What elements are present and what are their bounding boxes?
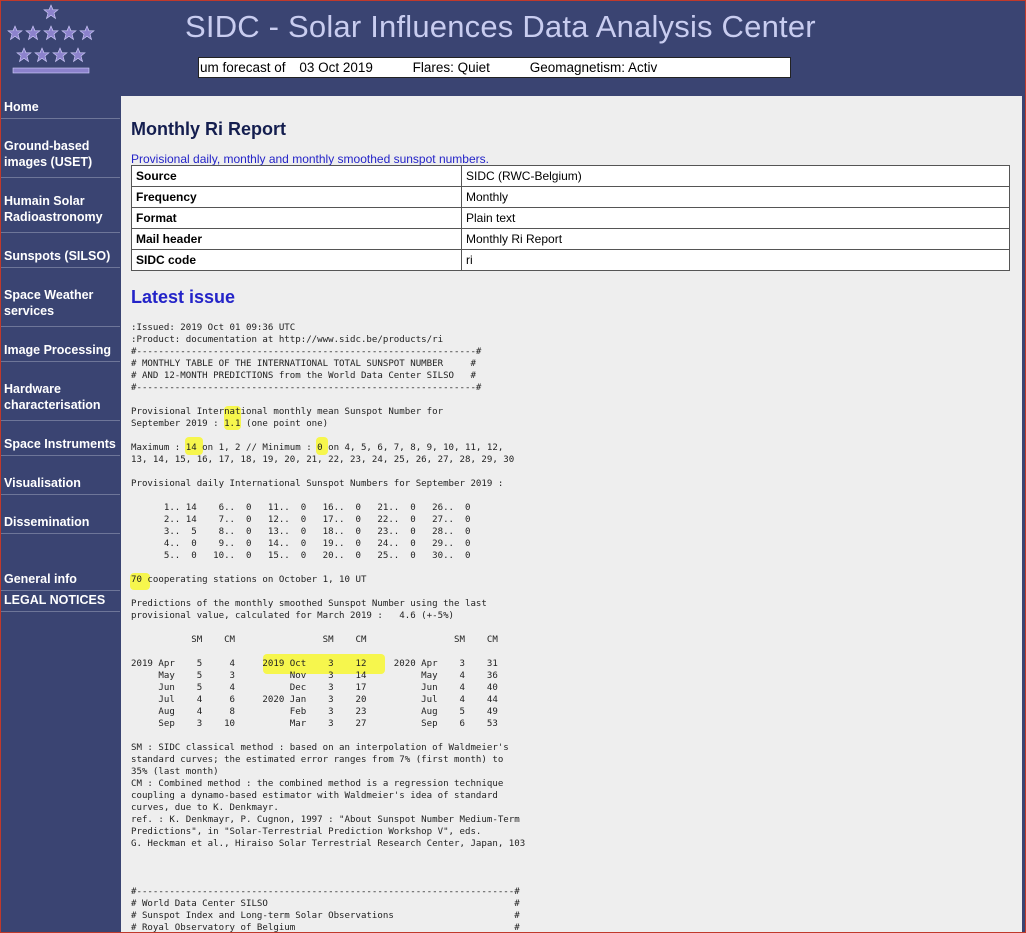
table-row: Mail header Monthly Ri Report (131, 228, 1010, 250)
meta-key: Frequency (131, 186, 462, 208)
table-row: Source SIDC (RWC-Belgium) (131, 165, 1010, 187)
meta-key: Format (131, 207, 462, 229)
table-row: Frequency Monthly (131, 186, 1010, 208)
sidebar-item-general-info[interactable]: General info (1, 571, 120, 591)
site-header: SIDC - Solar Influences Data Analysis Ce… (1, 1, 1025, 96)
table-row: Format Plain text (131, 207, 1010, 229)
main-content: Monthly Ri Report Provisional daily, mon… (121, 96, 1022, 933)
sidebar-item-radioastronomy[interactable]: Humain Solar Radioastronomy (1, 193, 120, 233)
page-frame: SIDC - Solar Influences Data Analysis Ce… (0, 0, 1026, 933)
sidebar-item-sunspots[interactable]: Sunspots (SILSO) (1, 248, 120, 268)
meta-value: SIDC (RWC-Belgium) (461, 165, 1010, 187)
report-metadata-table: Source SIDC (RWC-Belgium) Frequency Mont… (131, 165, 1010, 271)
report-text: :Issued: 2019 Oct 01 09:36 UTC :Product:… (131, 323, 526, 933)
sidebar-item-space-weather[interactable]: Space Weather services (1, 287, 120, 327)
meta-key: SIDC code (131, 249, 462, 271)
page-title: Monthly Ri Report (131, 119, 286, 139)
forecast-date: 03 Oct 2019 (299, 60, 373, 75)
sidebar-nav: Home Ground-based images (USET) Humain S… (1, 96, 120, 932)
meta-value: ri (461, 249, 1010, 271)
meta-value: Monthly Ri Report (461, 228, 1010, 250)
latest-issue-heading: Latest issue (131, 287, 236, 307)
forecast-label: um forecast of (200, 60, 286, 75)
sidebar-item-dissemination[interactable]: Dissemination (1, 514, 120, 534)
sidebar-item-hardware[interactable]: Hardware characterisation (1, 381, 120, 421)
page-description: Provisional daily, monthly and monthly s… (131, 152, 489, 166)
meta-key: Source (131, 165, 462, 187)
sidebar-item-home[interactable]: Home (1, 99, 120, 119)
sidebar-item-image-processing[interactable]: Image Processing (1, 342, 120, 362)
sidebar-item-space-instruments[interactable]: Space Instruments (1, 436, 120, 456)
site-title: SIDC - Solar Influences Data Analysis Ce… (185, 9, 816, 44)
sidebar-item-ground-based-images[interactable]: Ground-based images (USET) (1, 138, 120, 178)
flares-status: Flares: Quiet (412, 60, 490, 75)
geomagnetism-status: Geomagnetism: Activ (529, 60, 658, 75)
forecast-ticker[interactable]: um forecast of 03 Oct 2019 Flares: Quiet… (198, 57, 791, 78)
table-row: SIDC code ri (131, 249, 1010, 271)
stars-logo-icon[interactable] (5, 3, 97, 79)
meta-key: Mail header (131, 228, 462, 250)
meta-value: Monthly (461, 186, 1010, 208)
sidebar-item-legal-notices[interactable]: LEGAL NOTICES (1, 592, 120, 612)
sidebar-item-visualisation[interactable]: Visualisation (1, 475, 120, 495)
meta-value: Plain text (461, 207, 1010, 229)
